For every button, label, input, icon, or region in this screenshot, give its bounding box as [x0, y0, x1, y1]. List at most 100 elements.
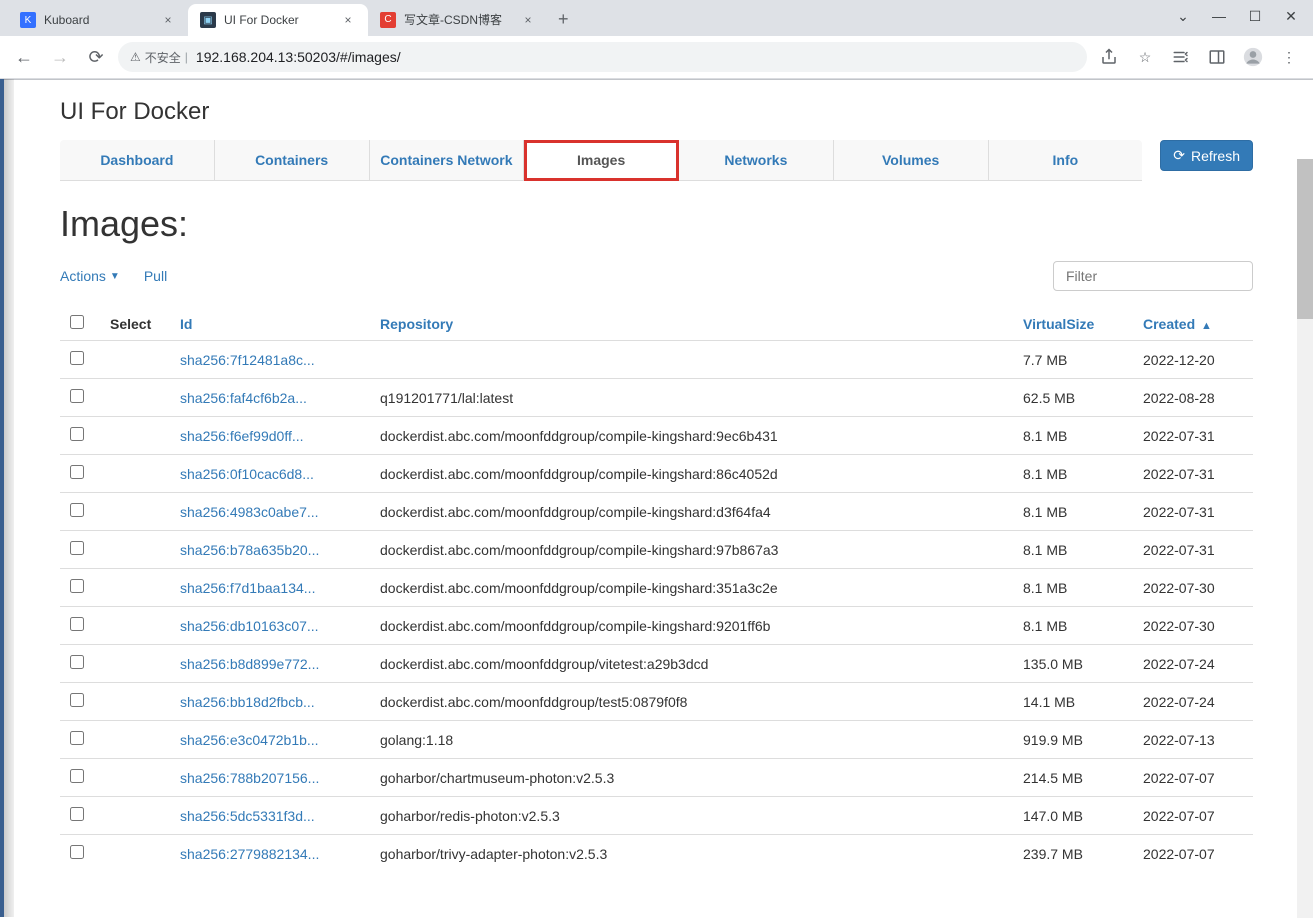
browser-tab-csdn[interactable]: C 写文章-CSDN博客 ×: [368, 3, 548, 36]
nav-wrap: Dashboard Containers Containers Network …: [60, 140, 1253, 181]
repo-cell: goharbor/redis-photon:v2.5.3: [370, 797, 1013, 835]
star-icon[interactable]: ☆: [1131, 43, 1159, 71]
created-cell: 2022-07-31: [1133, 455, 1253, 493]
vsize-cell: 8.1 MB: [1013, 493, 1133, 531]
minimize-icon[interactable]: —: [1205, 6, 1233, 26]
image-id-link[interactable]: sha256:5dc5331f3d...: [180, 808, 315, 824]
browser-chrome: K Kuboard × ▣ UI For Docker × C 写文章-CSDN…: [0, 0, 1313, 80]
tab-images[interactable]: Images: [524, 140, 679, 181]
table-row: sha256:faf4cf6b2a...q191201771/lal:lates…: [60, 379, 1253, 417]
reload-button[interactable]: ⟳: [82, 43, 110, 71]
image-id-link[interactable]: sha256:faf4cf6b2a...: [180, 390, 307, 406]
forward-button[interactable]: →: [46, 43, 74, 71]
share-icon[interactable]: [1095, 43, 1123, 71]
not-secure-badge[interactable]: ⚠ 不安全 |: [130, 49, 188, 66]
tab-title: Kuboard: [44, 13, 152, 27]
filter-input[interactable]: [1053, 261, 1253, 291]
table-row: sha256:f6ef99d0ff...dockerdist.abc.com/m…: [60, 417, 1253, 455]
row-checkbox[interactable]: [70, 541, 84, 555]
new-tab-button[interactable]: +: [548, 3, 579, 36]
app-title: UI For Docker: [60, 98, 1253, 126]
row-checkbox[interactable]: [70, 427, 84, 441]
col-select: Select: [100, 307, 170, 341]
image-id-link[interactable]: sha256:e3c0472b1b...: [180, 732, 319, 748]
table-row: sha256:db10163c07... dockerdist.abc.com/m…: [60, 607, 1253, 645]
image-id-link[interactable]: sha256:788b207156...: [180, 770, 319, 786]
actions-row: Actions ▼ Pull: [60, 261, 1253, 291]
image-id-link[interactable]: sha256:b78a635b20...: [180, 542, 319, 558]
chevron-down-icon[interactable]: ⌄: [1169, 6, 1197, 26]
table-row: sha256:2779882134... goharbor/trivy-adapt…: [60, 835, 1253, 873]
scrollbar-thumb[interactable]: [1297, 159, 1313, 319]
reading-list-icon[interactable]: [1167, 43, 1195, 71]
image-id-link[interactable]: sha256:2779882134...: [180, 846, 319, 862]
warning-icon: ⚠: [130, 50, 141, 64]
image-id-link[interactable]: sha256:db10163c07...: [180, 618, 319, 634]
vsize-cell: 8.1 MB: [1013, 607, 1133, 645]
close-icon[interactable]: ×: [160, 12, 176, 28]
close-icon[interactable]: ×: [340, 12, 356, 28]
col-created[interactable]: Created ▲: [1133, 307, 1253, 341]
tab-dashboard[interactable]: Dashboard: [60, 140, 215, 180]
browser-tab-ui-for-docker[interactable]: ▣ UI For Docker ×: [188, 4, 368, 36]
refresh-button[interactable]: ⟳ Refresh: [1160, 140, 1253, 171]
col-id[interactable]: Id: [170, 307, 370, 341]
col-virtual-size[interactable]: VirtualSize: [1013, 307, 1133, 341]
repo-cell: golang:1.18: [370, 721, 1013, 759]
vsize-cell: 62.5 MB: [1013, 379, 1133, 417]
vsize-cell: 147.0 MB: [1013, 797, 1133, 835]
close-icon[interactable]: ×: [520, 12, 536, 28]
tab-containers-network[interactable]: Containers Network: [370, 140, 525, 180]
col-repository[interactable]: Repository: [370, 307, 1013, 341]
browser-tab-kuboard[interactable]: K Kuboard ×: [8, 4, 188, 36]
row-checkbox[interactable]: [70, 655, 84, 669]
back-button[interactable]: ←: [10, 43, 38, 71]
row-checkbox[interactable]: [70, 693, 84, 707]
side-panel-icon[interactable]: [1203, 43, 1231, 71]
repo-cell: goharbor/chartmuseum-photon:v2.5.3: [370, 759, 1013, 797]
image-id-link[interactable]: sha256:f6ef99d0ff...: [180, 428, 304, 444]
created-cell: 2022-07-07: [1133, 759, 1253, 797]
image-id-link[interactable]: sha256:f7d1baa134...: [180, 580, 315, 596]
image-id-link[interactable]: sha256:b8d899e772...: [180, 656, 319, 672]
vsize-cell: 239.7 MB: [1013, 835, 1133, 873]
repo-cell: dockerdist.abc.com/moonfddgroup/vitetest…: [370, 645, 1013, 683]
row-checkbox[interactable]: [70, 465, 84, 479]
tab-volumes[interactable]: Volumes: [834, 140, 989, 180]
repo-cell: dockerdist.abc.com/moonfddgroup/test5:08…: [370, 683, 1013, 721]
image-id-link[interactable]: sha256:4983c0abe7...: [180, 504, 319, 520]
close-window-icon[interactable]: ✕: [1277, 6, 1305, 26]
row-checkbox[interactable]: [70, 769, 84, 783]
repo-cell: goharbor/trivy-adapter-photon:v2.5.3: [370, 835, 1013, 873]
menu-icon[interactable]: ⋮: [1275, 43, 1303, 71]
table-row: sha256:bb18d2fbcb... dockerdist.abc.com/m…: [60, 683, 1253, 721]
created-cell: 2022-08-28: [1133, 379, 1253, 417]
tab-info[interactable]: Info: [989, 140, 1143, 180]
tab-networks[interactable]: Networks: [679, 140, 834, 180]
row-checkbox[interactable]: [70, 807, 84, 821]
row-checkbox[interactable]: [70, 579, 84, 593]
row-checkbox[interactable]: [70, 617, 84, 631]
profile-icon[interactable]: [1239, 43, 1267, 71]
tab-containers[interactable]: Containers: [215, 140, 370, 180]
row-checkbox[interactable]: [70, 845, 84, 859]
vsize-cell: 14.1 MB: [1013, 683, 1133, 721]
repo-cell: dockerdist.abc.com/moonfddgroup/compile-…: [370, 607, 1013, 645]
row-checkbox[interactable]: [70, 731, 84, 745]
pull-link[interactable]: Pull: [144, 268, 167, 284]
select-all-checkbox[interactable]: [70, 315, 84, 329]
image-id-link[interactable]: sha256:0f10cac6d8...: [180, 466, 314, 482]
row-checkbox[interactable]: [70, 389, 84, 403]
row-checkbox[interactable]: [70, 351, 84, 365]
images-table: Select Id Repository VirtualSize Created…: [60, 307, 1253, 872]
vsize-cell: 8.1 MB: [1013, 531, 1133, 569]
image-id-link[interactable]: sha256:7f12481a8c...: [180, 352, 315, 368]
actions-dropdown[interactable]: Actions ▼: [60, 268, 120, 284]
row-checkbox[interactable]: [70, 503, 84, 517]
image-id-link[interactable]: sha256:bb18d2fbcb...: [180, 694, 315, 710]
url-bar[interactable]: ⚠ 不安全 |: [118, 42, 1087, 72]
maximize-icon[interactable]: ☐: [1241, 6, 1269, 26]
repo-cell: [370, 341, 1013, 379]
scrollbar-track[interactable]: [1297, 159, 1313, 918]
url-input[interactable]: [196, 49, 1075, 65]
